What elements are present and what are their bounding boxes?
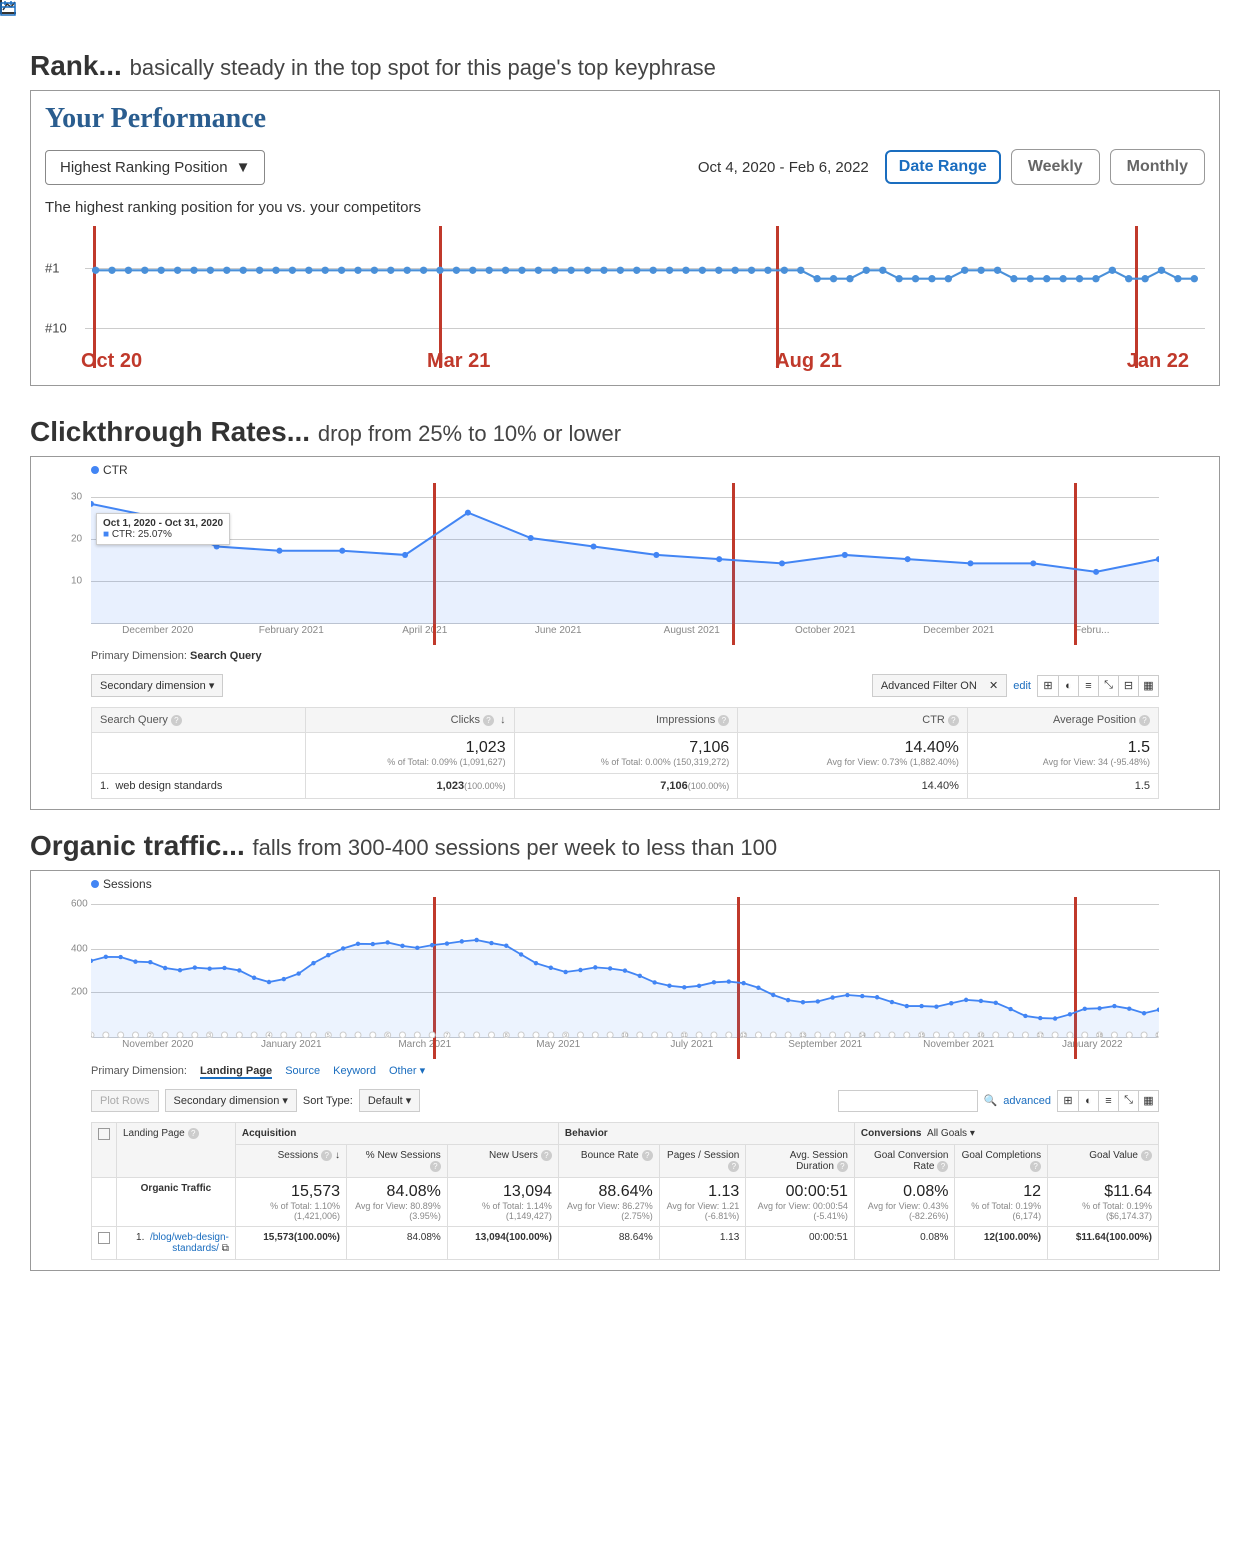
table-icon: ⊞ [1058,1091,1078,1111]
open-link-icon[interactable]: ⧉ [222,1243,229,1254]
perf-title: Your Performance [31,91,1219,139]
select-all-checkbox[interactable] [98,1128,110,1140]
svg-text:17: 17 [1037,1033,1043,1038]
bars-icon: ≡ [1098,1091,1118,1111]
secondary-dim-dropdown[interactable]: Secondary dimension ▾ [165,1089,297,1112]
svg-text:4: 4 [268,1033,271,1038]
col-newusers[interactable]: New Users? [447,1145,558,1178]
compare-icon: ⤡ [1098,676,1118,696]
ctr-xlabels: December 2020February 2021April 2021June… [31,623,1219,642]
svg-text:2: 2 [149,1033,152,1038]
search-input[interactable] [838,1090,978,1112]
col-goalrate[interactable]: Goal Conversion Rate? [854,1145,955,1178]
col-goalcomp[interactable]: Goal Completions? [955,1145,1048,1178]
totals-row: Organic Traffic 15,573% of Total: 1.10% … [92,1178,1159,1227]
ctr-tooltip: Oct 1, 2020 - Oct 31, 2020 ■ CTR: 25.07% [96,513,230,545]
rank-chart: #1 #10 [45,226,1205,346]
sessions-xlabels: November 2020January 2021March 2021May 2… [31,1037,1219,1056]
svg-text:12: 12 [741,1033,747,1038]
pivot-icon: ⊟ [1118,676,1138,696]
organic-table: Landing Page? Acquisition Behavior Conve… [91,1122,1159,1260]
ctr-table: Search Query? Clicks? ↓ Impressions? CTR… [91,707,1159,799]
col-duration[interactable]: Avg. Session Duration? [746,1145,855,1178]
table-row[interactable]: 1. web design standards 1,023(100.00%) 7… [92,774,1159,799]
goals-dropdown[interactable]: All Goals ▾ [927,1128,975,1139]
bars-icon: ≡ [1078,676,1098,696]
rank-heading: Rank... basically steady in the top spot… [30,50,1220,82]
col-pos[interactable]: Average Position? [967,708,1158,733]
chevron-down-icon: ▼ [236,159,251,176]
table-icon: ⊞ [1038,676,1058,696]
col-goalval[interactable]: Goal Value? [1048,1145,1159,1178]
organic-heading: Organic traffic... falls from 300-400 se… [30,830,1220,862]
svg-text:11: 11 [682,1033,687,1038]
totals-row: 1,023% of Total: 0.09% (1,091,627) 7,106… [92,733,1159,774]
svg-text:7: 7 [446,1033,449,1038]
svg-text:16: 16 [978,1033,984,1038]
advanced-link[interactable]: advanced [1003,1095,1051,1107]
sessions-chart: 600 400 200 1234567891011121314151617181… [91,897,1159,1037]
col-ctr[interactable]: CTR? [738,708,968,733]
organic-filter-row: Plot Rows Secondary dimension ▾ Sort Typ… [31,1085,1219,1116]
col-newsess[interactable]: % New Sessions? [346,1145,447,1178]
compare-icon: ⤡ [1118,1091,1138,1111]
dim-landing[interactable]: Landing Page [200,1065,272,1079]
col-sessions[interactable]: Sessions? ↓ [235,1145,346,1178]
svg-text:8: 8 [505,1033,508,1038]
col-clicks[interactable]: Clicks? ↓ [306,708,514,733]
svg-text:1: 1 [91,1033,93,1038]
svg-text:19: 19 [1156,1033,1159,1038]
plot-rows-button[interactable]: Plot Rows [91,1090,159,1112]
svg-text:9: 9 [564,1033,567,1038]
ctr-legend: CTR [31,457,1219,483]
sort-dropdown[interactable]: Default ▾ [359,1089,420,1112]
col-bounce[interactable]: Bounce Rate? [558,1145,659,1178]
perf-description: The highest ranking position for you vs.… [31,195,1219,226]
pivot-icon: ▦ [1138,1091,1158,1111]
ctr-filter-row: Secondary dimension ▾ Advanced Filter ON… [31,670,1219,701]
monthly-toggle[interactable]: Monthly [1110,149,1205,185]
table-row[interactable]: 1. /blog/web-design-standards/ ⧉ 15,573(… [92,1227,1159,1260]
col-landing[interactable]: Landing Page? [117,1123,236,1178]
organic-panel: Sessions 600 400 200 1234567891011121314… [30,870,1220,1271]
ctr-panel: CTR 30 20 10 Oct 1, 2020 - Oct 31, 2020 … [30,456,1220,810]
ctr-primary-dim: Primary Dimension: Search Query [31,642,1219,670]
adv-filter-badge[interactable]: Advanced Filter ON ✕ [872,674,1007,697]
pie-icon: ◐ [1078,1091,1098,1111]
ctr-chart: 30 20 10 Oct 1, 2020 - Oct 31, 2020 ■ CT… [91,483,1159,623]
col-impr[interactable]: Impressions? [514,708,738,733]
svg-text:14: 14 [859,1033,865,1038]
view-icons[interactable]: ⊞◐≡⤡▦ [1057,1090,1159,1112]
organic-primary-dim: Primary Dimension: Landing Page Source K… [31,1056,1219,1085]
col-query[interactable]: Search Query? [92,708,306,733]
ctr-heading: Clickthrough Rates... drop from 25% to 1… [30,416,1220,448]
dim-source[interactable]: Source [285,1065,320,1077]
pie-icon: ◐ [1058,676,1078,696]
view-icons[interactable]: ⊞◐≡⤡⊟▦ [1037,675,1159,697]
svg-text:3: 3 [208,1033,211,1038]
date-range-text: Oct 4, 2020 - Feb 6, 2022 [698,159,869,176]
calendar-icon [0,0,16,16]
svg-text:13: 13 [800,1033,806,1038]
weekly-toggle[interactable]: Weekly [1011,149,1100,185]
ranking-dropdown[interactable]: Highest Ranking Position ▼ [45,150,265,185]
date-range-button[interactable]: Date Range [885,150,1001,184]
svg-text:6: 6 [386,1033,389,1038]
dim-other[interactable]: Other ▾ [389,1065,425,1077]
sessions-legend: Sessions [31,871,1219,897]
perf-controls: Highest Ranking Position ▼ Oct 4, 2020 -… [31,139,1219,195]
cloud-icon: ▦ [1138,676,1158,696]
edit-link[interactable]: edit [1013,680,1031,692]
svg-text:5: 5 [327,1033,330,1038]
rank-panel: Your Performance Highest Ranking Positio… [30,90,1220,386]
row-checkbox[interactable] [98,1232,110,1244]
dim-keyword[interactable]: Keyword [333,1065,376,1077]
svg-text:15: 15 [919,1033,925,1038]
secondary-dim-dropdown[interactable]: Secondary dimension ▾ [91,674,223,697]
search-icon[interactable]: 🔍 [984,1094,998,1107]
svg-text:18: 18 [1097,1033,1103,1038]
svg-text:10: 10 [622,1033,628,1038]
col-pages[interactable]: Pages / Session? [659,1145,746,1178]
